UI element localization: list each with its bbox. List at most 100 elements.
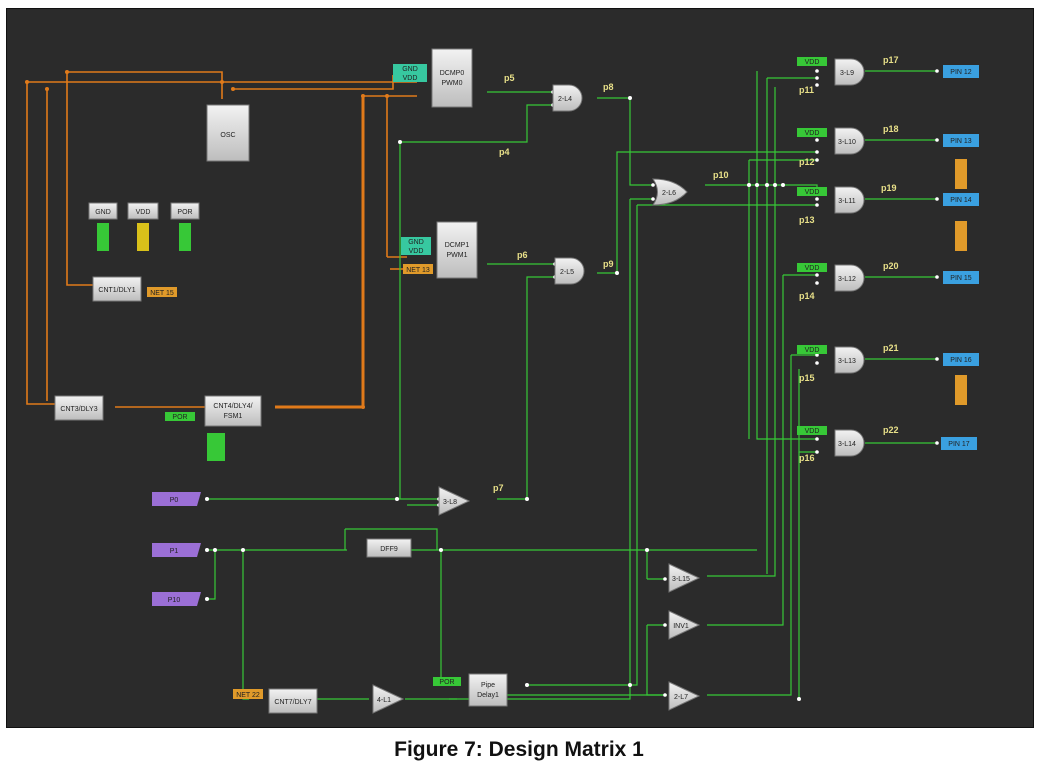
gate-3-l14[interactable]: 3-L14: [834, 429, 865, 457]
gate-2-l7[interactable]: 2-L7: [668, 681, 701, 711]
svg-text:p11: p11: [799, 85, 814, 95]
pin-17-output[interactable]: PIN 17: [941, 437, 977, 450]
svg-text:CNT3/DLY3: CNT3/DLY3: [60, 406, 97, 413]
svg-text:OSC: OSC: [220, 132, 235, 139]
figure-caption: Figure 7: Design Matrix 1: [394, 738, 644, 761]
svg-text:p5: p5: [504, 73, 515, 83]
svg-text:p14: p14: [799, 291, 815, 301]
junction-dots: [205, 69, 939, 701]
svg-text:P10: P10: [168, 597, 181, 604]
svg-text:P0: P0: [170, 497, 179, 504]
svg-text:p4: p4: [499, 147, 510, 157]
osc-block[interactable]: OSC: [206, 104, 250, 162]
svg-text:VDD: VDD: [805, 428, 820, 435]
svg-text:NET 13: NET 13: [406, 267, 430, 274]
pin-12-output[interactable]: PIN 12: [943, 65, 979, 78]
svg-text:p16: p16: [799, 453, 815, 463]
svg-text:2-L7: 2-L7: [674, 694, 688, 701]
pin-13-output[interactable]: PIN 13: [943, 134, 979, 147]
gate-3-l10[interactable]: 3-L10: [834, 127, 865, 155]
svg-text:CNT4/DLY4/: CNT4/DLY4/: [213, 403, 252, 410]
svg-text:DFF9: DFF9: [380, 546, 398, 553]
gate-3-l12[interactable]: 3-L12: [834, 264, 865, 292]
svg-text:p9: p9: [603, 259, 614, 269]
gate-2-l5[interactable]: 2-L5: [554, 257, 585, 285]
vdd-block[interactable]: VDD: [127, 202, 159, 220]
pin-14-output[interactable]: PIN 14: [943, 193, 979, 206]
svg-text:p19: p19: [881, 183, 897, 193]
svg-text:NET 15: NET 15: [150, 290, 174, 297]
svg-text:3-L10: 3-L10: [838, 139, 856, 146]
p1-input[interactable]: P1: [152, 543, 201, 557]
schematic-diagram: OSC DCMP0 PWM0 DCMP1 PWM1 CNT1/DLY1 CNT3…: [25, 48, 979, 714]
por-tag-pipe: POR: [433, 677, 461, 686]
svg-text:INV1: INV1: [673, 623, 689, 630]
svg-text:POR: POR: [177, 209, 192, 216]
cnt7-block[interactable]: CNT7/DLY7: [268, 688, 318, 714]
gate-inv1[interactable]: INV1: [668, 610, 701, 640]
svg-text:VDD: VDD: [805, 265, 820, 272]
svg-text:GND: GND: [408, 239, 424, 246]
svg-text:VDD: VDD: [805, 347, 820, 354]
gate-3-l8[interactable]: 3-L8: [438, 486, 471, 516]
dcmp0-block[interactable]: DCMP0 PWM0: [431, 48, 473, 108]
svg-text:p7: p7: [493, 483, 504, 493]
svg-text:PIN 17: PIN 17: [948, 441, 970, 448]
schematic-canvas: OSC DCMP0 PWM0 DCMP1 PWM1 CNT1/DLY1 CNT3…: [6, 8, 1034, 728]
cnt1-block[interactable]: CNT1/DLY1: [92, 276, 142, 302]
svg-text:PWM0: PWM0: [442, 80, 463, 87]
vdd-tag-dcmp0: VDD: [393, 73, 427, 82]
svg-text:VDD: VDD: [409, 248, 424, 255]
p10-input[interactable]: P10: [152, 592, 201, 606]
svg-text:2-L4: 2-L4: [558, 96, 572, 103]
gate-2-l6[interactable]: 2-L6: [652, 178, 688, 206]
svg-text:3-L15: 3-L15: [672, 576, 690, 583]
svg-text:P1: P1: [170, 548, 179, 555]
cnt3-block[interactable]: CNT3/DLY3: [54, 395, 104, 421]
svg-text:p6: p6: [517, 250, 528, 260]
svg-text:PIN 12: PIN 12: [950, 69, 972, 76]
cnt4-block[interactable]: CNT4/DLY4/ FSM1: [204, 395, 262, 427]
svg-text:PIN 15: PIN 15: [950, 275, 972, 282]
gate-3-l15[interactable]: 3-L15: [668, 563, 701, 593]
svg-text:p13: p13: [799, 215, 815, 225]
gnd-tag-dcmp0: GND: [393, 64, 427, 73]
por-block[interactable]: POR: [170, 202, 200, 220]
pin-16-output[interactable]: PIN 16: [943, 353, 979, 366]
svg-text:CNT1/DLY1: CNT1/DLY1: [98, 287, 135, 294]
svg-text:3-L8: 3-L8: [443, 499, 457, 506]
net15-tag: NET 15: [147, 287, 177, 297]
svg-text:p10: p10: [713, 170, 729, 180]
p0-input[interactable]: P0: [152, 492, 201, 506]
gate-3-l11[interactable]: 3-L11: [834, 186, 865, 214]
svg-text:VDD: VDD: [805, 59, 820, 66]
svg-text:DCMP0: DCMP0: [440, 70, 465, 77]
por-tag-cnt4: POR: [165, 412, 195, 421]
svg-text:PIN 14: PIN 14: [950, 197, 972, 204]
svg-text:p21: p21: [883, 343, 899, 353]
gate-2-l4[interactable]: 2-L4: [552, 84, 583, 112]
green-wires: [207, 70, 937, 700]
svg-text:3-L14: 3-L14: [838, 441, 856, 448]
svg-text:p17: p17: [883, 55, 899, 65]
pin-15-output[interactable]: PIN 15: [943, 271, 979, 284]
net13-tag: NET 13: [403, 264, 433, 274]
dcmp1-block[interactable]: DCMP1 PWM1: [436, 221, 478, 279]
svg-text:POR: POR: [439, 679, 454, 686]
svg-text:PIN 16: PIN 16: [950, 357, 972, 364]
svg-text:NET 22: NET 22: [236, 692, 260, 699]
gnd-block[interactable]: GND: [88, 202, 118, 220]
orange-wires: [26, 71, 417, 694]
svg-text:p12: p12: [799, 157, 815, 167]
svg-text:PIN 13: PIN 13: [950, 138, 972, 145]
svg-text:GND: GND: [402, 66, 418, 73]
pipe-delay-block[interactable]: Pipe Delay1: [468, 673, 508, 707]
gate-3-l9[interactable]: 3-L9: [834, 58, 865, 86]
gate-4-l1[interactable]: 4-L1: [372, 684, 405, 714]
svg-text:4-L1: 4-L1: [377, 697, 391, 704]
svg-text:VDD: VDD: [403, 75, 418, 82]
svg-text:p22: p22: [883, 425, 899, 435]
svg-text:p18: p18: [883, 124, 899, 134]
gate-3-l13[interactable]: 3-L13: [834, 346, 865, 374]
dff9-block[interactable]: DFF9: [366, 538, 412, 558]
